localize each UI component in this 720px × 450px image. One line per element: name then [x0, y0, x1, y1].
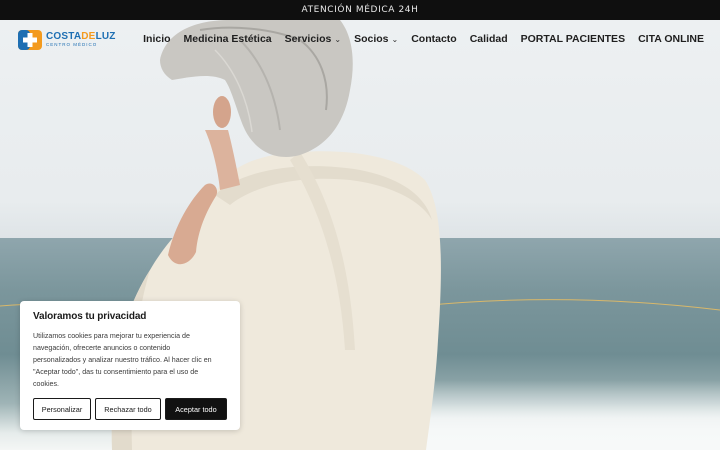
nav-item-cita-online[interactable]: CITA ONLINE [638, 33, 704, 45]
site-logo[interactable]: COSTADELUZ CENTRO MÉDICO [18, 30, 116, 50]
nav-item-socios[interactable]: Socios ⌄ [354, 33, 398, 45]
nav-item-contacto[interactable]: Contacto [411, 33, 457, 45]
customize-button[interactable]: Personalizar [33, 398, 91, 420]
logo-tagline: CENTRO MÉDICO [46, 42, 98, 48]
nav-item-calidad[interactable]: Calidad [470, 33, 508, 45]
medical-cross-icon [18, 30, 42, 50]
cookie-title: Valoramos tu privacidad [33, 311, 147, 322]
nav-item-inicio[interactable]: Inicio [143, 33, 170, 45]
nav-item-medicina-estetica[interactable]: Medicina Estética [184, 33, 272, 45]
top-announcement-bar: ATENCIÓN MÉDICA 24H [0, 0, 720, 20]
main-navigation: Inicio Medicina Estética Servicios ⌄ Soci… [143, 33, 704, 45]
announcement-text: ATENCIÓN MÉDICA 24H [301, 5, 419, 15]
nav-item-servicios[interactable]: Servicios ⌄ [285, 33, 341, 45]
chevron-down-icon: ⌄ [391, 34, 399, 44]
cookie-description: Utilizamos cookies para mejorar tu exper… [33, 332, 212, 388]
reject-all-button[interactable]: Rechazar todo [95, 398, 161, 420]
accept-all-button[interactable]: Aceptar todo [165, 398, 227, 420]
chevron-down-icon: ⌄ [334, 34, 342, 44]
cookie-consent-banner: Valoramos tu privacidad Utilizamos cooki… [20, 301, 240, 430]
nav-item-portal-pacientes[interactable]: PORTAL PACIENTES [521, 33, 625, 45]
logo-wordmark: COSTADELUZ [46, 31, 116, 43]
